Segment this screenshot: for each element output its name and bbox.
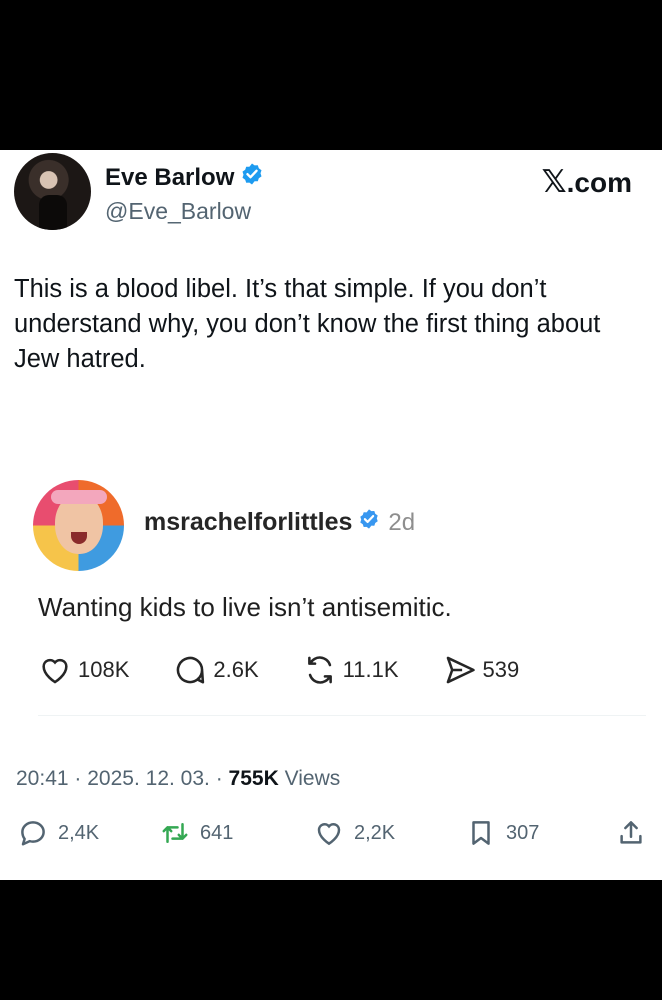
reply-count: 2,4K (58, 821, 100, 844)
embedded-likes: 108K (38, 653, 129, 687)
embedded-post-text: Wanting kids to live isn’t antisemitic. (38, 592, 452, 622)
reply-button[interactable]: 2,4K (18, 818, 99, 848)
like-heart-icon (317, 823, 341, 846)
post-time[interactable]: 20:41 (16, 767, 69, 790)
like-count: 2,2K (354, 821, 396, 844)
embedded-reposts: 11.1K (303, 653, 399, 687)
repost-button[interactable]: 641 (160, 818, 233, 848)
divider (38, 715, 646, 716)
action-bar: 2,4K 641 2,2K 307 (18, 818, 648, 854)
embedded-stats-row: 108K 2.6K 11.1K 539 (38, 652, 563, 688)
embedded-avatar (33, 480, 124, 571)
embedded-shares: 539 (443, 653, 520, 687)
comment-icon (177, 656, 205, 684)
bookmark-icon (472, 821, 490, 845)
bookmark-count: 307 (506, 821, 540, 844)
repost-count: 641 (200, 821, 234, 844)
tweet-card: Eve Barlow @Eve_Barlow 𝕏 .com This is a … (0, 150, 662, 880)
retweet-icon (162, 823, 188, 843)
views-label: Views (284, 767, 341, 790)
verified-badge-icon (240, 162, 264, 193)
heart-icon (42, 658, 68, 684)
views-count: 755K (228, 767, 279, 790)
like-button[interactable]: 2,2K (314, 818, 395, 848)
embedded-comments-count: 2.6K (213, 657, 259, 682)
meta-separator-2: · (215, 767, 223, 790)
brand-domain: .com (566, 167, 632, 198)
tweet-text: This is a blood libel. It’s that simple.… (14, 275, 601, 373)
embedded-username: msrachelforlittles (144, 508, 353, 536)
bookmark-button[interactable]: 307 (466, 818, 539, 848)
x-logo-icon: 𝕏 (541, 164, 567, 199)
author-display-name[interactable]: Eve Barlow (105, 164, 234, 192)
x-brand-logo: 𝕏 .com (542, 164, 632, 200)
embedded-user-row: msrachelforlittles 2d (144, 508, 415, 537)
tweet-meta: 20:41 · 2025. 12. 03. · 755K Views (16, 767, 340, 791)
author-avatar[interactable] (14, 153, 91, 230)
repost-icon (307, 656, 332, 684)
embedded-shares-count: 539 (482, 657, 520, 682)
embedded-post-time: 2d (388, 508, 416, 536)
embedded-verified-icon (358, 508, 380, 537)
send-icon (446, 656, 475, 684)
meta-separator: · (74, 767, 82, 790)
embedded-reposts-count: 11.1K (342, 657, 399, 682)
embedded-likes-count: 108K (78, 657, 130, 682)
post-date[interactable]: 2025. 12. 03. (87, 767, 210, 790)
reply-icon (21, 821, 45, 846)
author-handle[interactable]: @Eve_Barlow (105, 198, 251, 225)
share-icon (620, 821, 642, 844)
author-name-row[interactable]: Eve Barlow (105, 162, 264, 193)
embedded-comments: 2.6K (173, 653, 259, 687)
share-button[interactable] (616, 818, 646, 848)
